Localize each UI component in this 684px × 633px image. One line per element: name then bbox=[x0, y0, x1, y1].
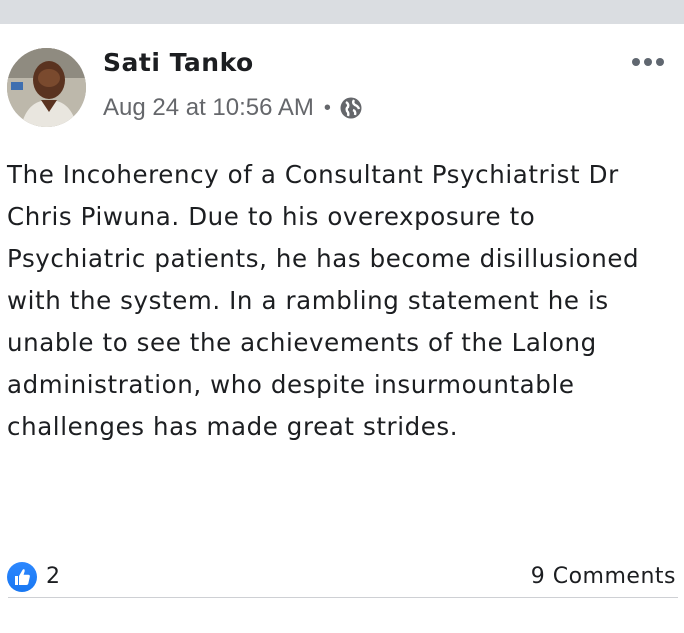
post-timestamp[interactable]: Aug 24 at 10:56 AM bbox=[103, 94, 314, 122]
globe-icon[interactable] bbox=[339, 96, 363, 120]
meta-separator: • bbox=[323, 96, 331, 119]
footer-divider bbox=[8, 597, 678, 598]
post-body: The Incoherency of a Consultant Psychiat… bbox=[7, 160, 640, 441]
reaction-count[interactable]: 2 bbox=[46, 564, 60, 589]
post-meta: Aug 24 at 10:56 AM • bbox=[103, 94, 363, 122]
post-footer: 2 9 Comments bbox=[0, 560, 684, 596]
more-options-icon[interactable] bbox=[631, 54, 665, 68]
avatar[interactable] bbox=[7, 48, 86, 127]
post-card: Sati Tanko Aug 24 at 10:56 AM • The Inco… bbox=[0, 24, 684, 633]
avatar-photo bbox=[7, 48, 86, 127]
author-name[interactable]: Sati Tanko bbox=[103, 48, 254, 77]
thumbs-up-icon[interactable] bbox=[7, 562, 37, 592]
top-strip bbox=[0, 0, 684, 24]
comments-count-link[interactable]: 9 Comments bbox=[531, 564, 676, 589]
